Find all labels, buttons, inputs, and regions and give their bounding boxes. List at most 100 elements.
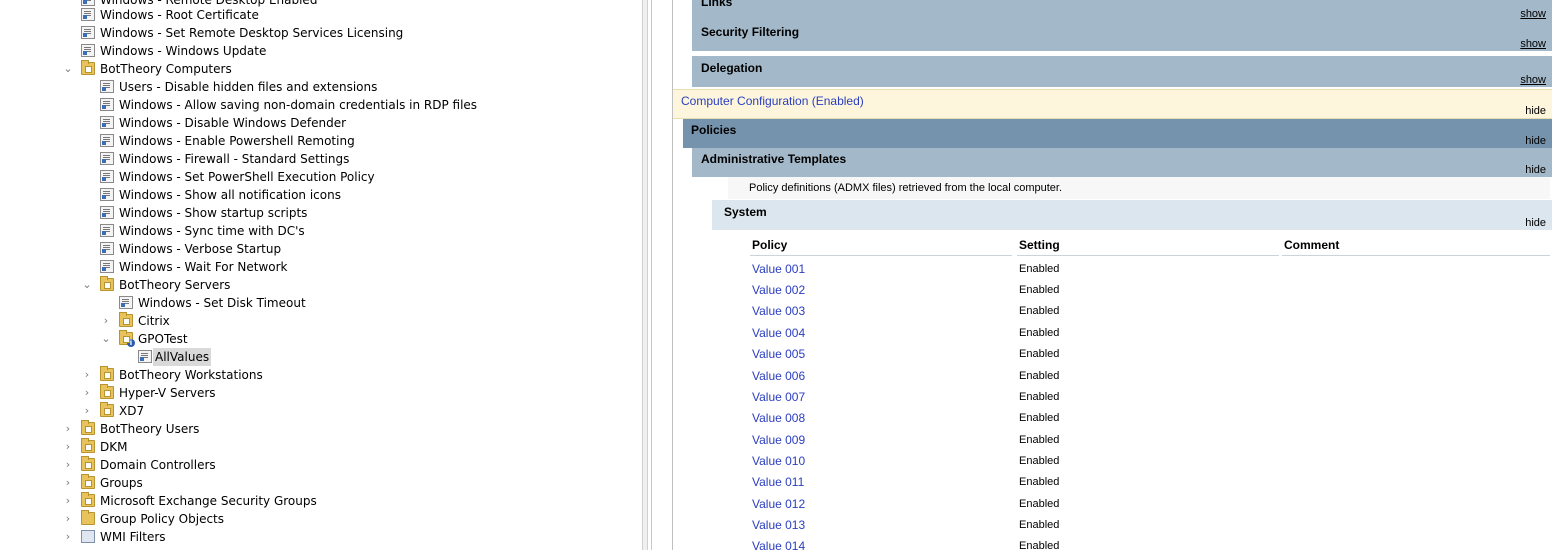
- section-title: Security Filtering: [701, 25, 800, 39]
- tree-item-xd7[interactable]: › XD7: [0, 402, 640, 420]
- section-security-filtering[interactable]: Security Filtering show: [692, 20, 1552, 52]
- tree-item-gpotest[interactable]: ⌄ i GPOTest: [0, 330, 640, 348]
- tree-item[interactable]: Windows - Set Remote Desktop Services Li…: [0, 24, 640, 42]
- policy-link[interactable]: Value 006: [752, 369, 805, 383]
- chevron-right-icon[interactable]: ›: [82, 402, 92, 420]
- show-link[interactable]: show: [1520, 74, 1546, 86]
- tree-item-domain-controllers[interactable]: › Domain Controllers: [0, 456, 640, 474]
- setting-value: Enabled: [1019, 498, 1060, 510]
- section-title: System: [724, 205, 767, 219]
- tree-item-bottheory-servers[interactable]: ⌄ BotTheory Servers: [0, 276, 640, 294]
- policy-link[interactable]: Value 014: [752, 539, 805, 550]
- policy-link[interactable]: Value 002: [752, 283, 805, 297]
- hide-link[interactable]: hide: [1525, 135, 1546, 147]
- setting-value: Enabled: [1019, 348, 1060, 360]
- policy-link[interactable]: Value 010: [752, 454, 805, 468]
- folder-icon: [81, 510, 95, 525]
- tree-item[interactable]: Windows - Allow saving non-domain creden…: [0, 96, 640, 114]
- tree-item-groups[interactable]: › Groups: [0, 474, 640, 492]
- gpo-settings-report[interactable]: Links show Security Filtering show Deleg…: [652, 0, 1558, 550]
- chevron-right-icon[interactable]: ›: [63, 456, 73, 474]
- tree-item[interactable]: Windows - Windows Update: [0, 42, 640, 60]
- ou-folder-icon: [100, 402, 114, 417]
- column-underline: [1282, 255, 1550, 256]
- show-link[interactable]: show: [1520, 8, 1546, 20]
- tree-item[interactable]: Users - Disable hidden files and extensi…: [0, 78, 640, 96]
- tree-item[interactable]: Windows - Set PowerShell Execution Polic…: [0, 168, 640, 186]
- tree-item-bottheory-computers[interactable]: ⌄ BotTheory Computers: [0, 60, 640, 78]
- chevron-right-icon[interactable]: ›: [63, 420, 73, 438]
- setting-value: Enabled: [1019, 327, 1060, 339]
- ou-folder-info-icon: i: [119, 330, 135, 347]
- chevron-right-icon[interactable]: ›: [63, 528, 73, 546]
- tree-item[interactable]: Windows - Wait For Network: [0, 258, 640, 276]
- tree-item-bottheory-users[interactable]: › BotTheory Users: [0, 420, 640, 438]
- gpo-link-icon: [119, 296, 133, 309]
- tree-item-group-policy-objects[interactable]: › Group Policy Objects: [0, 510, 640, 528]
- tree-item-label: Windows - Sync time with DC's: [119, 224, 305, 238]
- policy-link[interactable]: Value 012: [752, 497, 805, 511]
- policy-link[interactable]: Value 011: [752, 475, 804, 489]
- tree-item-label: DKM: [100, 440, 128, 454]
- show-link[interactable]: show: [1520, 38, 1546, 50]
- ou-folder-icon: [100, 276, 114, 291]
- tree-item[interactable]: Windows - Root Certificate: [0, 6, 640, 24]
- chevron-right-icon[interactable]: ›: [63, 474, 73, 492]
- tree-item[interactable]: Windows - Set Disk Timeout: [0, 294, 640, 312]
- tree-item-label: Groups: [100, 476, 143, 490]
- policy-link[interactable]: Value 004: [752, 326, 805, 340]
- policy-link[interactable]: Value 013: [752, 518, 805, 532]
- tree-item-exchange-security-groups[interactable]: › Microsoft Exchange Security Groups: [0, 492, 640, 510]
- chevron-right-icon[interactable]: ›: [63, 510, 73, 528]
- tree-item[interactable]: Windows - Show startup scripts: [0, 204, 640, 222]
- tree-item-label: WMI Filters: [100, 530, 166, 544]
- tree-item[interactable]: Windows - Disable Windows Defender: [0, 114, 640, 132]
- ou-folder-icon: [81, 492, 95, 507]
- tree-item[interactable]: Windows - Sync time with DC's: [0, 222, 640, 240]
- hide-link[interactable]: hide: [1525, 105, 1546, 117]
- setting-value: Enabled: [1019, 434, 1060, 446]
- chevron-right-icon[interactable]: ›: [82, 384, 92, 402]
- section-policies[interactable]: Policies hide: [683, 119, 1552, 148]
- chevron-right-icon[interactable]: ›: [63, 492, 73, 510]
- tree-item-bottheory-workstations[interactable]: › BotTheory Workstations: [0, 366, 640, 384]
- tree-item[interactable]: Windows - Verbose Startup: [0, 240, 640, 258]
- tree-item-label: Windows - Wait For Network: [119, 260, 288, 274]
- tree-item-dkm[interactable]: › DKM: [0, 438, 640, 456]
- policy-link[interactable]: Value 001: [752, 262, 805, 276]
- policy-link[interactable]: Value 009: [752, 433, 805, 447]
- policy-link[interactable]: Value 007: [752, 390, 805, 404]
- tree-item-label: Microsoft Exchange Security Groups: [100, 494, 317, 508]
- chevron-down-icon[interactable]: ⌄: [101, 330, 111, 348]
- tree-item-label: Windows - Set PowerShell Execution Polic…: [119, 170, 375, 184]
- tree-item-hyper-v-servers[interactable]: › Hyper-V Servers: [0, 384, 640, 402]
- chevron-down-icon[interactable]: ⌄: [82, 276, 92, 294]
- hide-link[interactable]: hide: [1525, 217, 1546, 229]
- tree-item-allvalues[interactable]: AllValues: [0, 348, 640, 366]
- policy-link[interactable]: Value 003: [752, 304, 805, 318]
- section-links[interactable]: Links show: [692, 0, 1552, 22]
- policy-link[interactable]: Value 008: [752, 411, 805, 425]
- gpo-link-icon: [100, 80, 114, 93]
- tree-item-label: Windows - Disable Windows Defender: [119, 116, 347, 130]
- ou-folder-icon: [81, 438, 95, 453]
- gpmc-tree-pane[interactable]: Windows - Remote Desktop Enabled Windows…: [0, 0, 642, 550]
- tree-item[interactable]: Windows - Show all notification icons: [0, 186, 640, 204]
- chevron-right-icon[interactable]: ›: [63, 438, 73, 456]
- tree-item[interactable]: Windows - Firewall - Standard Settings: [0, 150, 640, 168]
- section-system[interactable]: System hide: [712, 200, 1552, 230]
- chevron-right-icon[interactable]: ›: [82, 366, 92, 384]
- policy-link[interactable]: Value 005: [752, 347, 805, 361]
- tree-item-label: Hyper-V Servers: [119, 386, 216, 400]
- hide-link[interactable]: hide: [1525, 164, 1546, 176]
- tree-item-citrix[interactable]: › Citrix: [0, 312, 640, 330]
- pane-splitter[interactable]: [642, 0, 648, 550]
- chevron-down-icon[interactable]: ⌄: [63, 60, 73, 78]
- chevron-right-icon[interactable]: ›: [101, 312, 111, 330]
- section-computer-configuration[interactable]: Computer Configuration (Enabled) hide: [673, 89, 1552, 119]
- report-left-rule: [672, 0, 673, 550]
- tree-item-wmi-filters[interactable]: › WMI Filters: [0, 528, 640, 546]
- section-administrative-templates[interactable]: Administrative Templates hide: [692, 148, 1552, 178]
- section-delegation[interactable]: Delegation show: [692, 56, 1552, 88]
- tree-item[interactable]: Windows - Enable Powershell Remoting: [0, 132, 640, 150]
